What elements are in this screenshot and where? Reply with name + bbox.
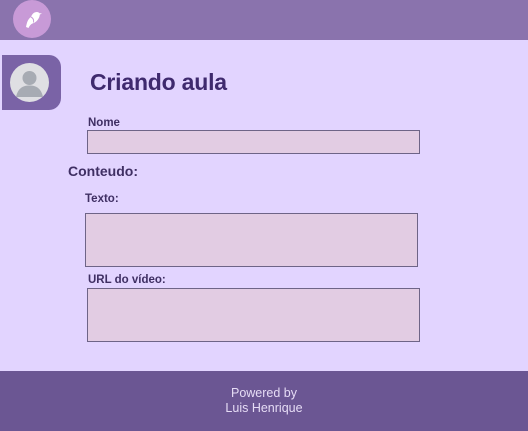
- video-url-label: URL do vídeo:: [88, 274, 166, 286]
- name-field[interactable]: [87, 130, 420, 154]
- video-url-field[interactable]: [87, 288, 420, 342]
- page-title: Criando aula: [90, 69, 227, 95]
- content-section-label: Conteudo:: [68, 163, 138, 179]
- footer-powered-by: Powered by: [230, 386, 297, 400]
- text-field[interactable]: [85, 213, 418, 267]
- logo[interactable]: [13, 0, 51, 38]
- top-bar: [0, 0, 528, 40]
- footer-author: Luis Henrique: [225, 401, 303, 415]
- name-label: Nome: [88, 117, 120, 129]
- user-avatar-icon[interactable]: [10, 63, 49, 102]
- bird-icon: [26, 12, 42, 28]
- text-label: Texto:: [85, 193, 119, 205]
- footer: Powered by Luis Henrique: [0, 371, 528, 431]
